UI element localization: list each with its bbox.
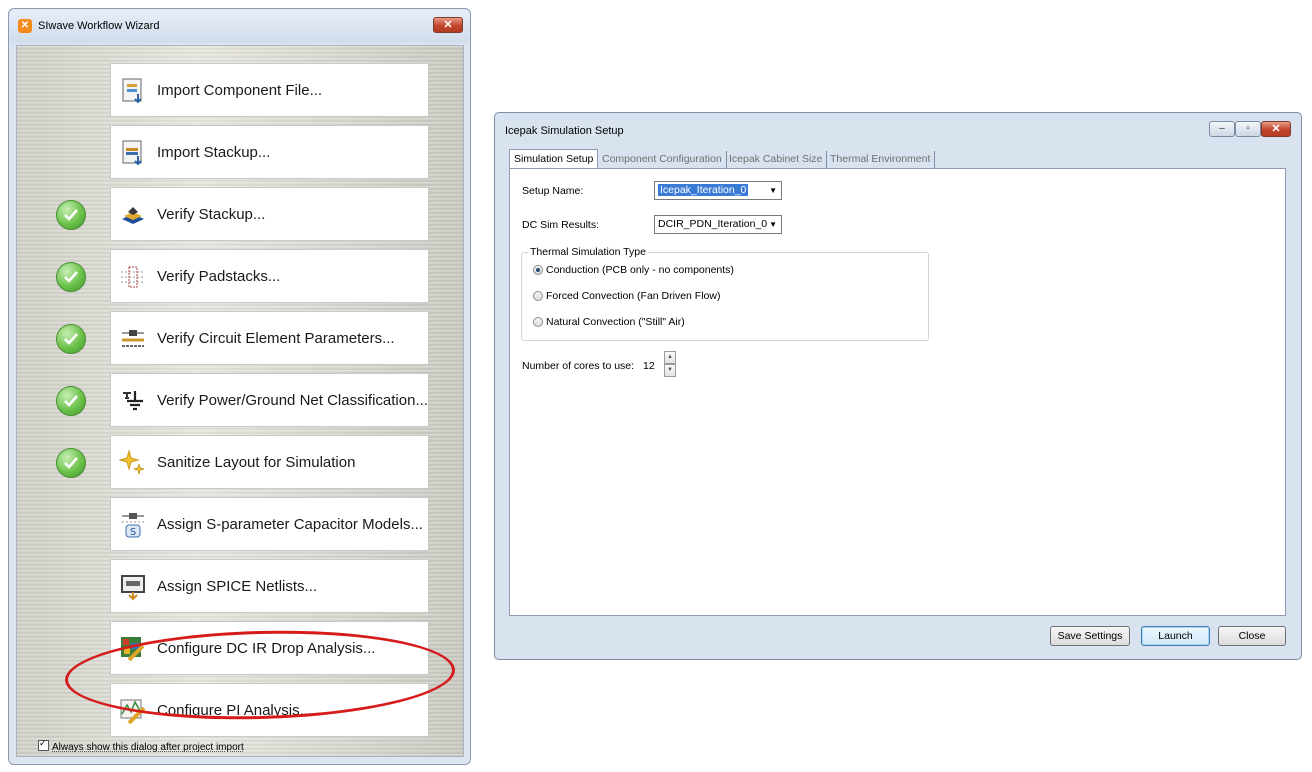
step-label: Verify Power/Ground Net Classification..…	[157, 392, 428, 409]
padstack-icon	[119, 263, 147, 291]
dc-sim-results-value: DCIR_PDN_Iteration_0	[658, 218, 768, 230]
step-done-check-icon	[56, 200, 86, 230]
sanitize-layout-button[interactable]: Sanitize Layout for Simulation	[110, 435, 429, 489]
import-component-icon	[119, 77, 147, 105]
always-show-checkbox[interactable]: Always show this dialog after project im…	[38, 738, 244, 753]
step-label: Verify Padstacks...	[157, 268, 281, 285]
checkbox-checked-icon	[38, 738, 49, 751]
step-label: Assign SPICE Netlists...	[157, 578, 318, 595]
step-done-check-icon	[56, 448, 86, 478]
step-label: Sanitize Layout for Simulation	[157, 454, 356, 471]
natural-convection-label: Natural Convection ("Still" Air)	[546, 316, 685, 328]
import-stackup-icon	[119, 139, 147, 167]
conduction-label: Conduction (PCB only - no components)	[546, 264, 734, 276]
step-label: Import Component File...	[157, 82, 323, 99]
verify-stackup-button[interactable]: Verify Stackup...	[110, 187, 429, 241]
import-stackup-button[interactable]: Import Stackup...	[110, 125, 429, 179]
natural-convection-radio[interactable]	[533, 317, 543, 327]
step-label: Import Stackup...	[157, 144, 271, 161]
spice-netlist-icon	[119, 573, 147, 601]
tab-thermal-environment[interactable]: Thermal Environment	[826, 151, 936, 168]
wizard-steps-panel: Import Component File... Import Stackup.…	[16, 45, 464, 757]
circuit-element-icon	[119, 325, 147, 353]
assign-s-parameter-capacitor-models-button[interactable]: S Assign S-parameter Capacitor Models...	[110, 497, 429, 551]
icepak-title: Icepak Simulation Setup	[505, 125, 624, 137]
step-label: Verify Stackup...	[157, 206, 266, 223]
icepak-simulation-setup-window: Icepak Simulation Setup – ▫ ✕ Simulation…	[494, 112, 1302, 660]
chevron-down-icon: ▼	[769, 220, 777, 229]
tab-component-configuration[interactable]: Component Configuration	[598, 151, 727, 168]
chevron-down-icon: ▼	[769, 186, 777, 195]
assign-spice-netlists-button[interactable]: Assign SPICE Netlists...	[110, 559, 429, 613]
wizard-close-button[interactable]: ✕	[433, 17, 463, 33]
siwave-app-icon: ✕	[18, 19, 32, 33]
verify-power-ground-net-classification-button[interactable]: Verify Power/Ground Net Classification..…	[110, 373, 429, 427]
tab-simulation-setup[interactable]: Simulation Setup	[509, 149, 599, 169]
maximize-button[interactable]: ▫	[1235, 121, 1261, 137]
simulation-setup-pane: Setup Name: Icepak_Iteration_0 ▼ DC Sim …	[509, 168, 1286, 616]
minimize-button[interactable]: –	[1209, 121, 1235, 137]
thermal-group-label: Thermal Simulation Type	[528, 246, 648, 258]
forced-convection-radio[interactable]	[533, 291, 543, 301]
step-done-check-icon	[56, 262, 86, 292]
dc-sim-results-combo[interactable]: DCIR_PDN_Iteration_0 ▼	[654, 215, 782, 234]
svg-text:S: S	[130, 527, 136, 538]
close-button[interactable]: Close	[1218, 626, 1286, 646]
step-label: Verify Circuit Element Parameters...	[157, 330, 395, 347]
dc-sim-results-label: DC Sim Results:	[522, 219, 600, 231]
verify-circuit-element-parameters-button[interactable]: Verify Circuit Element Parameters...	[110, 311, 429, 365]
launch-button[interactable]: Launch	[1141, 626, 1210, 646]
stackup-layers-icon	[119, 201, 147, 229]
import-component-file-button[interactable]: Import Component File...	[110, 63, 429, 117]
cores-label: Number of cores to use:	[522, 360, 635, 372]
step-done-check-icon	[56, 386, 86, 416]
verify-padstacks-button[interactable]: Verify Padstacks...	[110, 249, 429, 303]
workflow-wizard-window: ✕ SIwave Workflow Wizard ✕ Import Compon…	[8, 8, 471, 765]
icepak-close-icon[interactable]: ✕	[1261, 121, 1291, 137]
cores-increment-button[interactable]: ▲	[664, 351, 676, 364]
cores-value[interactable]: 12	[643, 360, 655, 372]
sparkle-icon	[118, 449, 147, 477]
step-label: Assign S-parameter Capacitor Models...	[157, 516, 423, 533]
tab-icepak-cabinet-size[interactable]: Icepak Cabinet Size	[725, 151, 828, 168]
ground-symbol-icon	[119, 387, 147, 415]
save-settings-button[interactable]: Save Settings	[1050, 626, 1130, 646]
wizard-title: SIwave Workflow Wizard	[38, 20, 160, 32]
s-parameter-icon: S	[119, 511, 147, 539]
setup-name-combo[interactable]: Icepak_Iteration_0 ▼	[654, 181, 782, 200]
always-show-label: Always show this dialog after project im…	[52, 742, 244, 753]
setup-name-label: Setup Name:	[522, 185, 584, 197]
step-done-check-icon	[56, 324, 86, 354]
setup-name-value: Icepak_Iteration_0	[658, 184, 749, 196]
cores-decrement-button[interactable]: ▼	[664, 364, 676, 377]
forced-convection-label: Forced Convection (Fan Driven Flow)	[546, 290, 721, 302]
wizard-title-bar: ✕ SIwave Workflow Wizard ✕	[9, 9, 470, 43]
conduction-radio[interactable]	[533, 265, 543, 275]
